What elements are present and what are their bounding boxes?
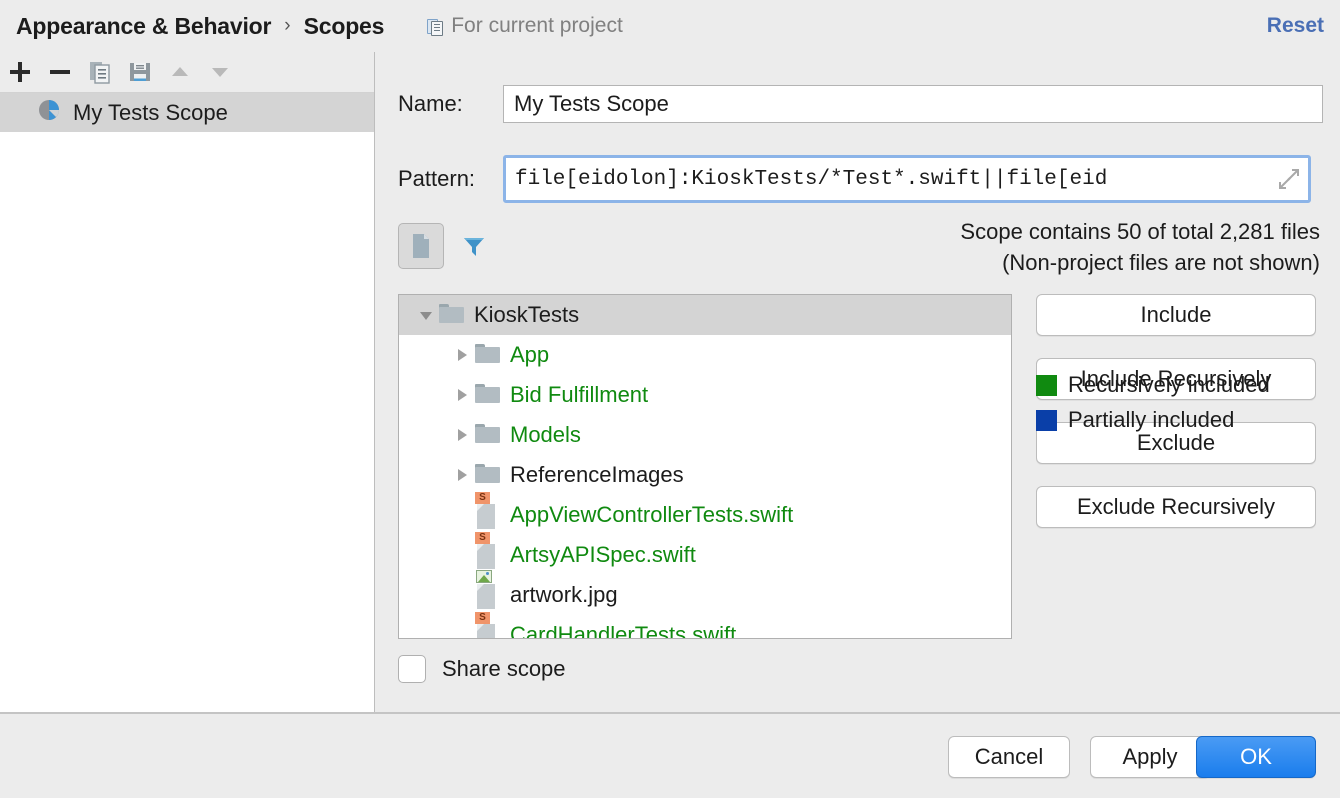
add-scope-button[interactable]: [0, 52, 40, 92]
pie-chart-icon: [36, 97, 62, 128]
tree-row-label: AppViewControllerTests.swift: [510, 502, 794, 527]
legend-label: Partially included: [1068, 407, 1235, 432]
pattern-field[interactable]: [503, 155, 1311, 203]
tree-row[interactable]: Bid Fulfillment: [399, 375, 1011, 415]
tree-row-label: CardHandlerTests.swift: [510, 622, 737, 639]
tree-row-label: Models: [510, 422, 581, 447]
folder-icon: [475, 384, 501, 406]
tree-row[interactable]: KioskTests: [399, 295, 1011, 335]
ok-button[interactable]: OK: [1196, 736, 1316, 778]
breadcrumb-current: Scopes: [303, 12, 385, 39]
scope-editor-panel: Name: Pattern:: [376, 52, 1340, 712]
dialog-body: My Tests Scope Name: Pattern:: [0, 52, 1340, 712]
pattern-label: Pattern:: [398, 166, 476, 191]
tree-row[interactable]: S CardHandlerTests.swift: [399, 612, 1011, 639]
share-scope-row[interactable]: Share scope: [398, 655, 566, 683]
tree-row[interactable]: S ArtsyAPISpec.swift: [399, 532, 1011, 575]
scope-file-counts: Scope contains 50 of total 2,281 files (…: [960, 216, 1320, 278]
share-scope-label: Share scope: [442, 656, 566, 681]
tree-filter-toolbar: [398, 223, 496, 269]
include-button[interactable]: Include: [1036, 294, 1316, 336]
chevron-down-icon[interactable]: [413, 306, 439, 324]
tree-row-label: ReferenceImages: [510, 462, 684, 487]
name-label: Name:: [398, 91, 463, 116]
tree-row-label: App: [510, 342, 550, 367]
tree-row-label: artwork.jpg: [510, 582, 618, 607]
scopes-settings-dialog: Appearance & Behavior › Scopes For curre…: [0, 0, 1340, 798]
tree-row[interactable]: S AppViewControllerTests.swift: [399, 492, 1011, 535]
scope-list-toolbar: [0, 52, 374, 93]
project-file-tree[interactable]: KioskTests App Bid Fulfillment Models Refere…: [398, 294, 1012, 639]
chevron-right-icon[interactable]: [449, 346, 475, 364]
legend-label: Recursively included: [1068, 372, 1270, 397]
image-file-icon: [475, 570, 501, 609]
tree-row[interactable]: ReferenceImages: [399, 455, 1011, 495]
breadcrumb-root[interactable]: Appearance & Behavior: [16, 13, 271, 40]
folder-icon: [475, 464, 501, 486]
tree-row[interactable]: Models: [399, 415, 1011, 455]
copy-scope-button[interactable]: [80, 52, 120, 92]
filter-funnel-icon[interactable]: [452, 224, 496, 268]
share-scope-checkbox[interactable]: [398, 655, 426, 683]
tree-row-label: KioskTests: [474, 302, 580, 327]
scope-list: My Tests Scope: [0, 93, 374, 132]
copy-project-icon: [427, 18, 444, 36]
reset-button[interactable]: Reset: [1267, 14, 1324, 38]
counts-line-1: Scope contains 50 of total 2,281 files: [960, 219, 1320, 244]
swift-file-icon: S: [475, 492, 501, 529]
chevron-right-icon[interactable]: [449, 386, 475, 404]
exclude-recursively-button[interactable]: Exclude Recursively: [1036, 486, 1316, 528]
dialog-header: Appearance & Behavior › Scopes For curre…: [0, 0, 1340, 52]
legend-color-swatch: [1036, 374, 1057, 396]
legend-color-swatch: [1036, 409, 1057, 431]
scope-pattern-input[interactable]: [506, 158, 1308, 200]
file-toggle-icon[interactable]: [398, 223, 444, 269]
pattern-row: Pattern:: [398, 155, 1311, 203]
tree-legend: Recursively included Partially included: [1036, 372, 1270, 442]
move-up-button[interactable]: [160, 52, 200, 92]
scope-name-input[interactable]: [503, 85, 1323, 123]
folder-icon: [475, 424, 501, 446]
project-scope-indicator: For current project: [427, 14, 623, 38]
folder-icon: [439, 304, 465, 326]
tree-row[interactable]: artwork.jpg: [399, 570, 1011, 615]
chevron-right-icon[interactable]: [449, 426, 475, 444]
move-down-button[interactable]: [200, 52, 240, 92]
counts-line-2: (Non-project files are not shown): [1002, 250, 1320, 275]
scope-list-item-label: My Tests Scope: [73, 99, 228, 125]
project-scope-label: For current project: [451, 14, 623, 37]
legend-row: Partially included: [1036, 407, 1270, 433]
expand-diagonal-icon[interactable]: [1276, 166, 1302, 192]
tree-row[interactable]: App: [399, 335, 1011, 375]
scope-list-item[interactable]: My Tests Scope: [0, 93, 374, 132]
tree-row-label: Bid Fulfillment: [510, 382, 649, 407]
breadcrumb-separator-icon: ›: [284, 15, 291, 36]
save-scope-button[interactable]: [120, 52, 160, 92]
folder-icon: [475, 344, 501, 366]
apply-button[interactable]: Apply: [1090, 736, 1210, 778]
remove-scope-button[interactable]: [40, 52, 80, 92]
cancel-button[interactable]: Cancel: [948, 736, 1070, 778]
chevron-right-icon[interactable]: [449, 466, 475, 484]
swift-file-icon: S: [475, 532, 501, 569]
scope-list-panel: My Tests Scope: [0, 52, 375, 712]
legend-row: Recursively included: [1036, 372, 1270, 398]
dialog-footer: Cancel Apply OK: [0, 714, 1340, 798]
swift-file-icon: S: [475, 612, 501, 638]
tree-row-label: ArtsyAPISpec.swift: [510, 542, 696, 567]
name-row: Name:: [398, 85, 1323, 123]
